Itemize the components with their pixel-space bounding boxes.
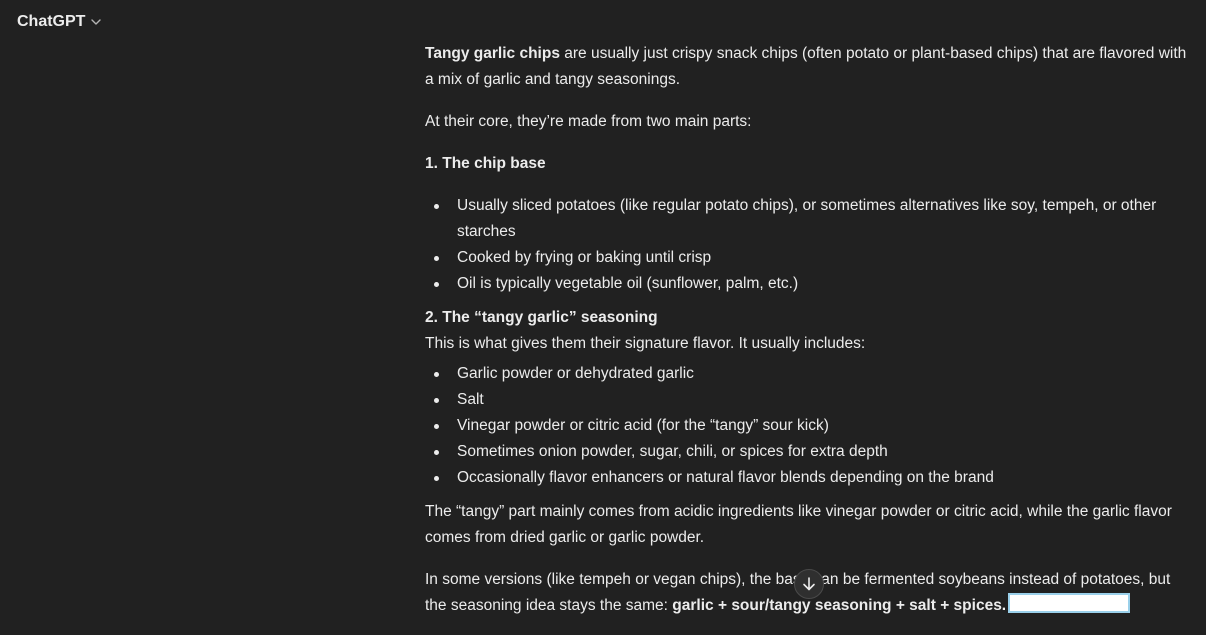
assistant-message: Tangy garlic chips are usually just cris… [425, 41, 1193, 635]
arrow-down-icon [803, 577, 815, 591]
model-name: ChatGPT [17, 13, 86, 30]
list-item: Usually sliced potatoes (like regular po… [425, 193, 1193, 245]
model-selector-button[interactable]: ChatGPT [17, 13, 102, 31]
list-item: Cooked by frying or baking until crisp [425, 245, 1193, 271]
core-paragraph: At their core, they’re made from two mai… [425, 113, 752, 130]
section-1-heading: 1. The chip base [425, 155, 546, 172]
list-item: Occasionally flavor enhancers or natural… [425, 465, 1193, 491]
list-item: Salt [425, 387, 1193, 413]
intro-bold: Tangy garlic chips [425, 45, 560, 62]
text-selection-highlight [1008, 593, 1131, 613]
list-item: Garlic powder or dehydrated garlic [425, 361, 1193, 387]
section-2-intro: This is what gives them their signature … [425, 335, 866, 352]
versions-bold: garlic + sour/tangy seasoning + salt + s… [672, 597, 1007, 614]
scroll-to-bottom-button[interactable] [794, 569, 824, 599]
list-item: Vinegar powder or citric acid (for the “… [425, 413, 1193, 439]
section-1-list: Usually sliced potatoes (like regular po… [425, 193, 1193, 297]
tangy-explanation: The “tangy” part mainly comes from acidi… [425, 503, 1172, 546]
section-2-list: Garlic powder or dehydrated garlic Salt … [425, 361, 1193, 491]
intro-paragraph: Tangy garlic chips are usually just cris… [425, 41, 1193, 93]
top-bar: ChatGPT [0, 0, 1206, 46]
list-item: Sometimes onion powder, sugar, chili, or… [425, 439, 1193, 465]
section-2-heading: 2. The “tangy garlic” seasoning [425, 309, 658, 326]
list-item: Oil is typically vegetable oil (sunflowe… [425, 271, 1193, 297]
chevron-down-icon [91, 19, 102, 25]
